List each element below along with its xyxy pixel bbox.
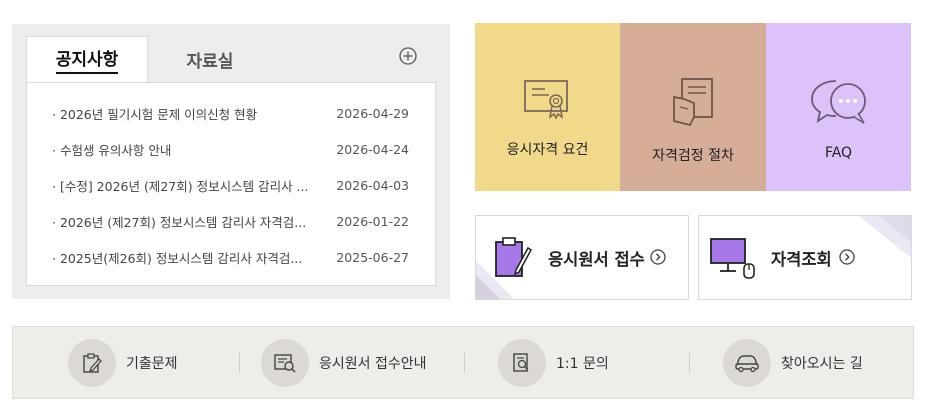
tile-faq[interactable]: FAQ (766, 23, 911, 191)
quick-inquiry-label: 1:1 문의 (556, 356, 609, 372)
certificate-icon (523, 80, 568, 120)
divider (464, 353, 465, 373)
divider (239, 353, 240, 373)
chevron-right-icon (839, 249, 855, 265)
divider (689, 353, 690, 373)
notice-title[interactable]: · 2026년 (제27회) 정보시스템 감리사 자격검... (52, 212, 314, 231)
notice-list: · 2026년 필기시험 문제 이의신청 현황 2026-04-29 · 수험생… (26, 82, 436, 286)
quick-past-exams-label: 기출문제 (126, 356, 178, 372)
application-card[interactable]: 응시원서 접수 (475, 215, 689, 300)
quick-item-past-exams[interactable]: 기출문제 (68, 339, 178, 387)
qualification-card[interactable]: 자격조회 (698, 215, 912, 300)
clipboard-pencil-icon (68, 339, 116, 387)
tile-eligibility-label: 응시자격 요건 (506, 142, 589, 158)
quick-menu-bar: 기출문제 응시원서 접수안내 1:1 문의 찾아오시는 길 (12, 326, 914, 399)
tile-faq-label: FAQ (824, 145, 853, 161)
notice-title[interactable]: · 수험생 유의사항 안내 (52, 140, 314, 159)
notice-date: 2026-04-24 (336, 141, 409, 157)
qualification-label: 자격조회 (771, 250, 832, 269)
list-item[interactable]: · 수험생 유의사항 안내 2026-04-24 (27, 131, 435, 167)
form-search-icon (261, 339, 309, 387)
quick-item-directions[interactable]: 찾아오시는 길 (723, 339, 863, 387)
tile-procedure-label: 자격검정 절차 (652, 148, 734, 164)
quick-item-inquiry[interactable]: 1:1 문의 (498, 339, 609, 387)
list-item[interactable]: · 2025년(제26회) 정보시스템 감리사 자격검... 2025-06-2… (27, 239, 435, 275)
chevron-right-icon (650, 249, 666, 265)
notice-date: 2025-06-27 (336, 249, 409, 265)
notice-panel: 공지사항 자료실 · 2026년 필기시험 문제 이의신청 현황 2026-04… (12, 24, 450, 299)
tile-procedure[interactable]: 자격검정 절차 (620, 23, 766, 191)
plus-icon[interactable] (399, 47, 417, 65)
notice-title[interactable]: · 2026년 필기시험 문제 이의신청 현황 (52, 104, 314, 123)
tab-archive[interactable]: 자료실 (148, 36, 272, 82)
tab-notices-label: 공지사항 (55, 45, 119, 74)
notice-date: 2026-01-22 (336, 213, 409, 229)
document-hand-icon (673, 78, 713, 127)
quick-directions-label: 찾아오시는 길 (781, 356, 863, 372)
car-icon (723, 339, 771, 387)
notice-date: 2026-04-03 (336, 177, 409, 193)
notice-title[interactable]: · [수정] 2026년 (제27회) 정보시스템 감리사 ... (52, 176, 314, 195)
triangle-deco-icon (859, 216, 911, 258)
list-item[interactable]: · [수정] 2026년 (제27회) 정보시스템 감리사 ... 2026-0… (27, 167, 435, 203)
quick-application-guide-label: 응시원서 접수안내 (319, 356, 427, 372)
notice-date: 2026-04-29 (336, 105, 409, 121)
clipboard-pen-icon (495, 237, 532, 277)
application-label: 응시원서 접수 (548, 250, 645, 269)
document-search-icon (498, 339, 546, 387)
list-item[interactable]: · 2026년 (제27회) 정보시스템 감리사 자격검... 2026-01-… (27, 203, 435, 239)
notice-title[interactable]: · 2025년(제26회) 정보시스템 감리사 자격검... (52, 248, 314, 267)
quick-item-application-guide[interactable]: 응시원서 접수안내 (261, 339, 427, 387)
tab-archive-label: 자료실 (186, 51, 234, 72)
chat-bubbles-icon (810, 80, 866, 124)
tile-eligibility[interactable]: 응시자격 요건 (475, 23, 620, 191)
monitor-mouse-icon (710, 238, 755, 279)
list-item[interactable]: · 2026년 필기시험 문제 이의신청 현황 2026-04-29 (27, 95, 435, 131)
tab-notices[interactable]: 공지사항 (26, 36, 148, 82)
